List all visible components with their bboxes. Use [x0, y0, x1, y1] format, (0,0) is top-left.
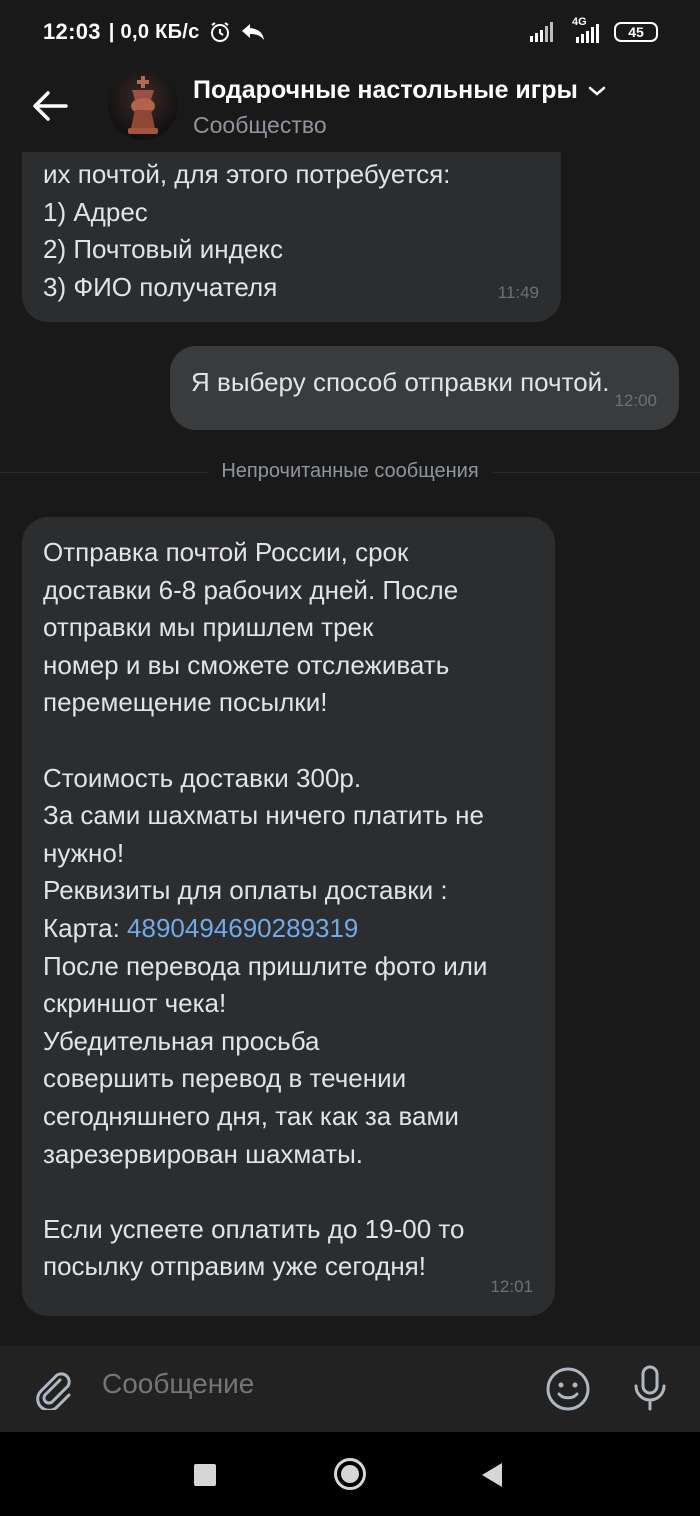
battery-level: 45: [628, 24, 644, 40]
back-triangle-icon[interactable]: [482, 1463, 502, 1487]
message-text: Я выберу способ отправки почтой.: [191, 367, 610, 397]
recent-apps-icon[interactable]: [194, 1464, 216, 1486]
status-net-speed: | 0,0 КБ/с: [108, 20, 200, 43]
attach-clip-icon[interactable]: [30, 1366, 74, 1410]
status-time: 12:03: [43, 19, 101, 44]
message-text: их почтой, для этого потребуется: 1) Адр…: [43, 159, 451, 302]
chess-king-icon: [128, 76, 158, 134]
message-bubble-outgoing[interactable]: Я выберу способ отправки почтой. 12:00: [170, 346, 679, 430]
unread-divider-label: Непрочитанные сообщения: [207, 460, 493, 482]
unread-divider: Непрочитанные сообщения: [0, 454, 700, 494]
status-left: 12:03 | 0,0 КБ/с: [43, 19, 266, 45]
message-text-part: После перевода пришлите фото или скриншо…: [43, 950, 488, 1282]
message-bubble-incoming[interactable]: Отправка почтой России, срок доставки 6-…: [22, 517, 555, 1316]
chat-title[interactable]: Подарочные настольные игры: [193, 76, 606, 105]
chevron-down-icon[interactable]: [588, 85, 606, 97]
microphone-icon[interactable]: [628, 1364, 672, 1412]
chat-header: Подарочные настольные игры Сообщество: [0, 64, 700, 152]
back-arrow-icon[interactable]: [28, 84, 72, 128]
emoji-icon[interactable]: [545, 1366, 591, 1412]
battery-icon: 45: [614, 22, 658, 42]
message-text: Отправка почтой России, срок доставки 6-…: [43, 534, 555, 1286]
signal-icon: [530, 22, 553, 42]
message-composer: [0, 1346, 700, 1432]
share-arrow-icon: [241, 24, 264, 40]
message-time: 12:00: [614, 391, 657, 411]
status-bar: 12:03 | 0,0 КБ/с 4G 45: [0, 0, 700, 64]
message-time: 12:01: [490, 1277, 533, 1297]
message-input[interactable]: [102, 1368, 522, 1400]
status-right: 4G 45: [530, 16, 658, 44]
message-text-part: Отправка почтой России, срок доставки 6-…: [43, 537, 484, 943]
message-time: 11:49: [497, 283, 539, 303]
home-icon[interactable]: [334, 1458, 366, 1490]
system-nav-bar: [0, 1432, 700, 1516]
community-avatar[interactable]: [108, 70, 178, 140]
chat-subtitle: Сообщество: [193, 112, 327, 138]
card-number-link[interactable]: 4890494690289319: [127, 913, 358, 943]
alarm-icon: [210, 22, 229, 42]
unread-divider-label-wrap: Непрочитанные сообщения: [0, 460, 700, 483]
signal-4g-icon: 4G: [568, 16, 602, 44]
chat-title-text: Подарочные настольные игры: [193, 76, 578, 104]
